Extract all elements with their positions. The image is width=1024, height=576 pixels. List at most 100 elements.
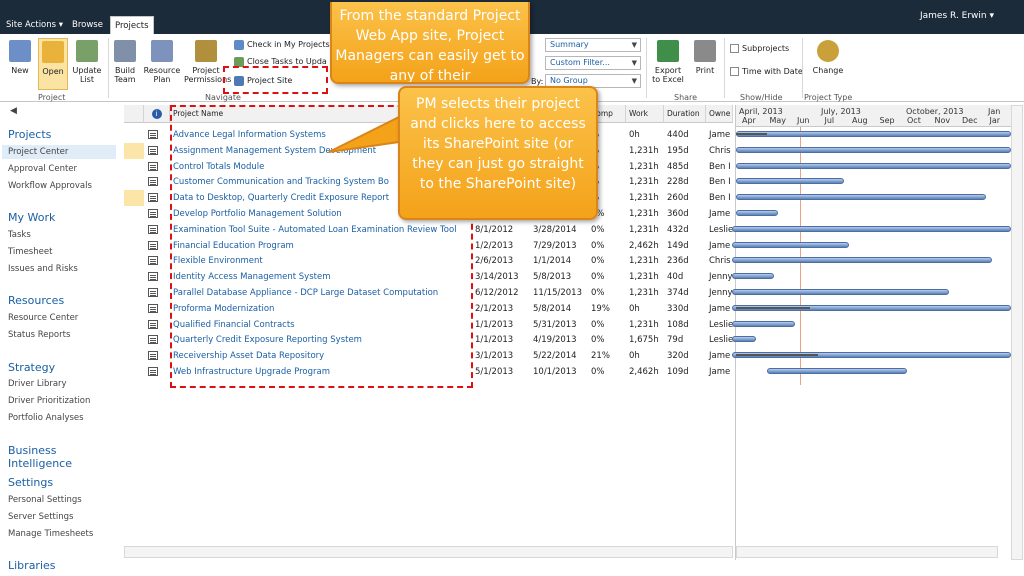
subprojects-checkbox[interactable]: Subprojects <box>730 44 789 53</box>
row-selector[interactable] <box>124 174 144 190</box>
row-selector[interactable] <box>124 190 144 207</box>
vertical-scrollbar[interactable] <box>1011 105 1023 560</box>
cell-comp: 21% <box>591 351 610 362</box>
print-button[interactable]: Print <box>692 40 718 75</box>
cell-work: 2,462h <box>629 240 659 251</box>
collapse-nav-icon[interactable]: ◀ <box>10 106 17 116</box>
cell-finish: 3/28/2014 <box>533 224 577 235</box>
new-button[interactable]: New <box>6 40 34 75</box>
cell-work: 0h <box>629 351 640 362</box>
nav-item-issues-risks[interactable]: Issues and Risks <box>8 264 78 274</box>
tab-browse[interactable]: Browse <box>68 16 107 34</box>
cell-comp: 0% <box>591 319 605 330</box>
nav-item-personal-settings[interactable]: Personal Settings <box>8 495 82 505</box>
group-showhide-label: Show/Hide <box>740 93 783 102</box>
cell-owner: Jame <box>709 130 731 140</box>
gantt-bar[interactable] <box>732 241 849 248</box>
nav-heading-business-intelligence[interactable]: Business Intelligence <box>8 444 120 470</box>
row-selector[interactable] <box>124 285 144 301</box>
gantt-bar[interactable] <box>736 178 844 185</box>
nav-item-approval-center[interactable]: Approval Center <box>8 164 77 174</box>
row-selector[interactable] <box>124 159 144 175</box>
build-team-button[interactable]: Build Team <box>112 40 138 84</box>
header-duration[interactable]: Duration <box>664 105 706 123</box>
cell-duration: 40d <box>667 272 684 283</box>
nav-heading-strategy[interactable]: Strategy <box>8 361 55 374</box>
nav-item-workflow-approvals[interactable]: Workflow Approvals <box>8 181 92 191</box>
row-selector[interactable] <box>124 332 144 348</box>
header-info: i <box>144 105 170 123</box>
tab-projects[interactable]: Projects <box>110 16 154 34</box>
project-type-icon <box>148 240 158 250</box>
left-nav: ◀ Projects Project Center Approval Cente… <box>0 103 120 576</box>
time-with-date-checkbox[interactable]: Time with Date <box>730 67 803 76</box>
check-in-button[interactable]: Check in My Projects <box>234 39 330 50</box>
row-selector[interactable] <box>124 317 144 333</box>
cell-work: 1,231h <box>629 161 659 172</box>
gantt-bar[interactable] <box>732 320 795 327</box>
nav-item-portfolio-analyses[interactable]: Portfolio Analyses <box>8 413 84 423</box>
filter-select[interactable]: Custom Filter... ▼ <box>545 56 641 70</box>
gantt-horizontal-scrollbar[interactable] <box>736 546 998 558</box>
project-type-icon <box>148 177 158 187</box>
nav-item-resource-center[interactable]: Resource Center <box>8 313 78 323</box>
cell-start: 1/2/2013 <box>475 240 514 251</box>
gantt-bar[interactable] <box>732 289 949 295</box>
project-permissions-button[interactable]: Project Permissions <box>184 40 231 84</box>
gantt-bar[interactable] <box>736 210 778 216</box>
view-select[interactable]: Summary ▼ <box>545 38 641 52</box>
nav-item-project-center[interactable]: Project Center <box>2 145 116 159</box>
cell-duration: 440d <box>667 130 689 140</box>
row-selector[interactable] <box>124 301 144 317</box>
resource-plan-label: Resource Plan <box>143 66 181 84</box>
site-actions-menu[interactable]: Site Actions ▾ <box>2 16 67 34</box>
gantt-bar[interactable] <box>736 162 1011 169</box>
nav-heading-my-work[interactable]: My Work <box>8 211 55 224</box>
row-selector[interactable] <box>124 222 144 238</box>
cell-owner: Jame <box>709 367 731 377</box>
nav-item-status-reports[interactable]: Status Reports <box>8 330 70 340</box>
gantt-bar[interactable] <box>732 273 774 280</box>
gantt-bar[interactable] <box>736 146 1011 153</box>
nav-heading-libraries[interactable]: Libraries <box>8 559 56 572</box>
cell-comp: 19% <box>591 303 610 314</box>
header-work[interactable]: Work <box>626 105 664 123</box>
gantt-bar[interactable] <box>736 131 1011 137</box>
change-button[interactable]: Change <box>810 40 846 75</box>
row-selector[interactable] <box>124 364 144 380</box>
row-selector[interactable] <box>124 127 144 143</box>
nav-item-timesheet[interactable]: Timesheet <box>8 247 52 257</box>
project-type-icon <box>148 224 158 234</box>
header-owner[interactable]: Owne <box>706 105 733 123</box>
row-selector[interactable] <box>124 238 144 254</box>
gantt-bar[interactable] <box>732 257 992 264</box>
nav-item-driver-prioritization[interactable]: Driver Prioritization <box>8 396 90 406</box>
nav-item-manage-timesheets[interactable]: Manage Timesheets <box>8 529 93 539</box>
resource-plan-button[interactable]: Resource Plan <box>142 40 182 84</box>
cell-finish: 5/8/2014 <box>533 303 572 314</box>
open-button[interactable]: Open <box>38 38 68 90</box>
permissions-icon <box>195 40 217 62</box>
nav-heading-resources[interactable]: Resources <box>8 294 64 307</box>
user-menu[interactable]: James R. Erwin ▾ <box>920 11 994 21</box>
row-selector[interactable] <box>124 142 144 159</box>
row-selector[interactable] <box>124 348 144 364</box>
nav-item-driver-library[interactable]: Driver Library <box>8 379 67 389</box>
grid-horizontal-scrollbar[interactable] <box>124 546 733 558</box>
gantt-bar[interactable] <box>732 336 757 343</box>
nav-heading-projects[interactable]: Projects <box>8 128 51 141</box>
row-selector[interactable] <box>124 206 144 222</box>
row-selector[interactable] <box>124 253 144 269</box>
nav-item-tasks[interactable]: Tasks <box>8 230 31 240</box>
gantt-bar[interactable] <box>736 194 986 201</box>
update-list-button[interactable]: Update List <box>72 40 102 84</box>
nav-heading-settings[interactable]: Settings <box>8 476 53 489</box>
project-type-icon <box>148 209 158 218</box>
cell-work: 1,231h <box>629 288 659 298</box>
gantt-bar[interactable] <box>767 368 908 374</box>
row-selector[interactable] <box>124 269 144 285</box>
export-excel-button[interactable]: Export to Excel <box>650 40 686 84</box>
cell-owner: Leslie <box>709 335 733 346</box>
gantt-bar[interactable] <box>732 225 1011 232</box>
nav-item-server-settings[interactable]: Server Settings <box>8 512 73 522</box>
